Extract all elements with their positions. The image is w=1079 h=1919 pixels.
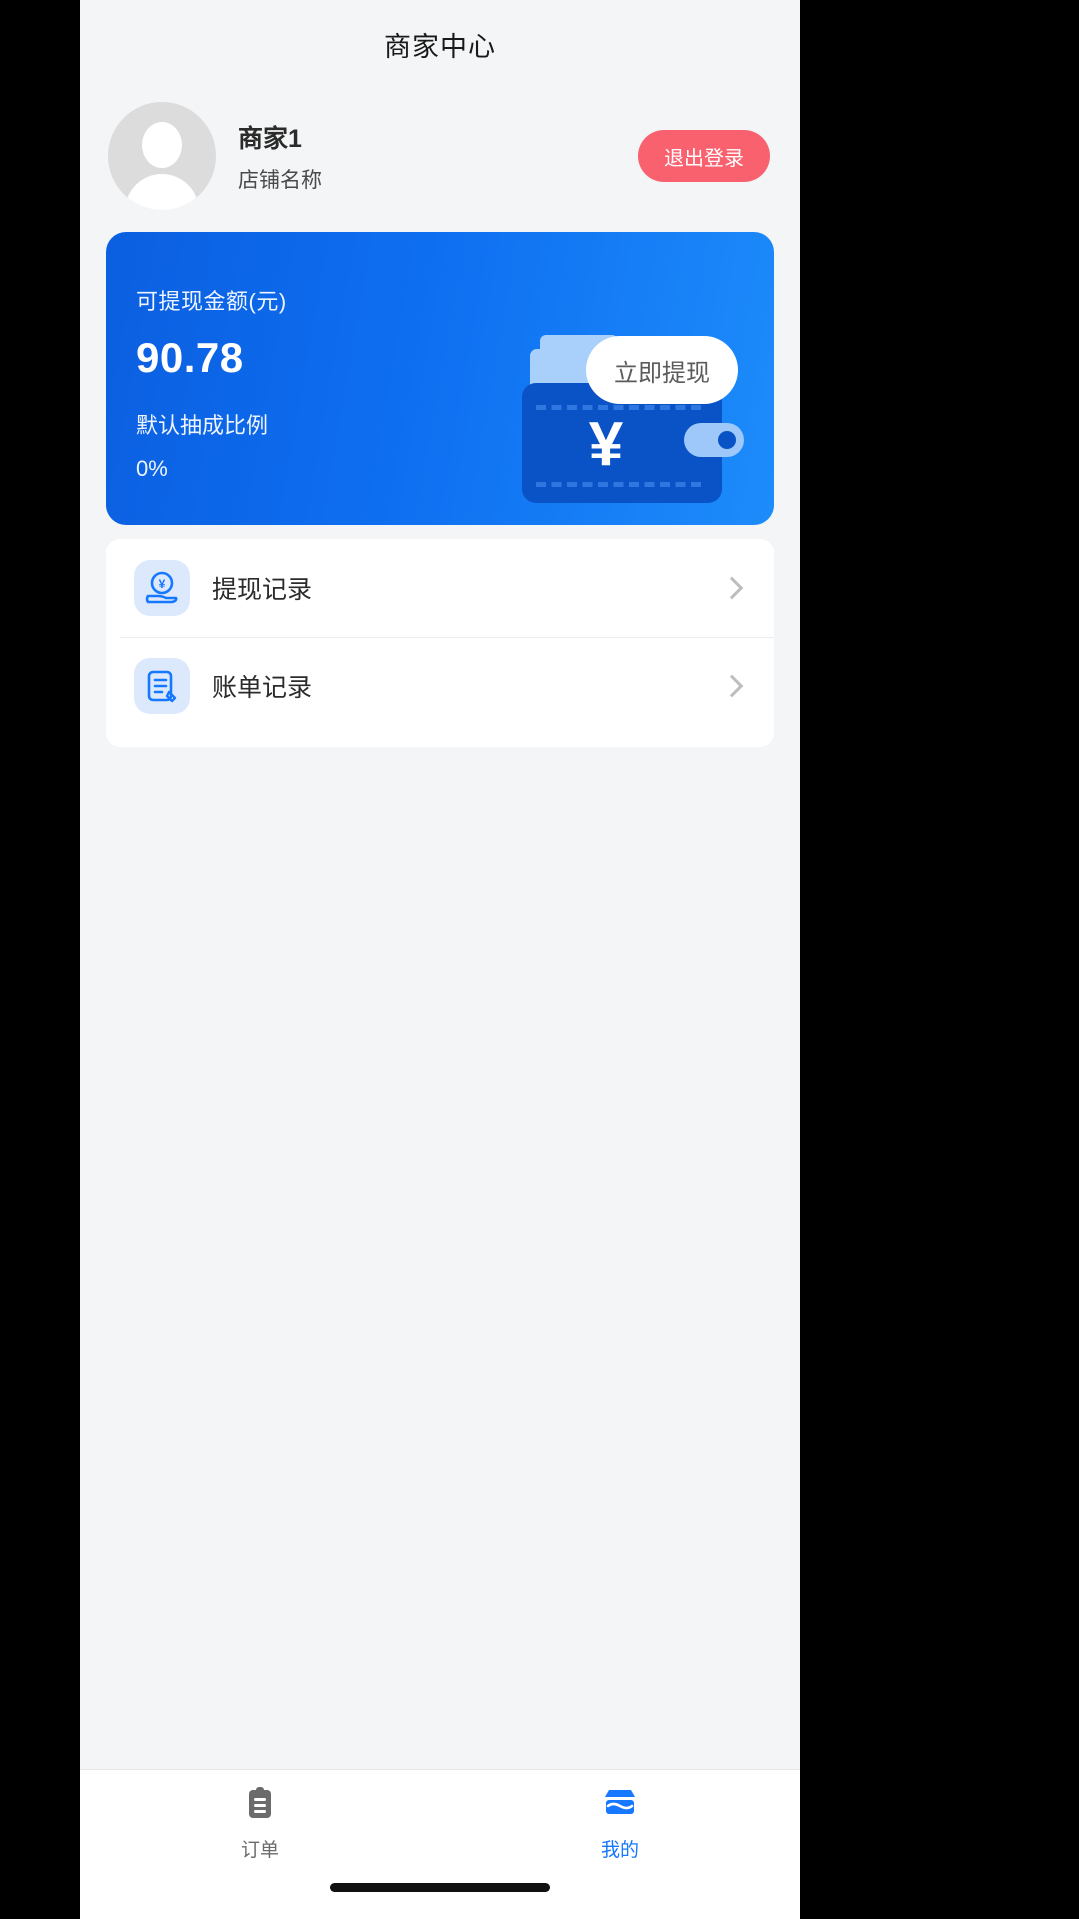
tab-orders[interactable]: 订单 (80, 1784, 440, 1862)
logout-button[interactable]: 退出登录 (638, 130, 770, 182)
store-shop-icon (601, 1784, 639, 1827)
bottom-tab-bar: 订单 我的 (80, 1769, 800, 1879)
balance-card[interactable]: 可提现金额(元) 90.78 默认抽成比例 0% ¥ 立即提现 (106, 232, 774, 525)
scroll-body: 商家1 店铺名称 退出登录 可提现金额(元) 90.78 默认抽成比例 0% ¥… (80, 88, 800, 1769)
tab-label: 我的 (600, 1840, 639, 1861)
chevron-right-icon (720, 576, 744, 600)
menu-item-label: 提现记录 (212, 576, 313, 604)
chevron-right-icon (720, 674, 744, 698)
avatar-body-shape (125, 174, 199, 210)
menu-item-withdraw-records[interactable]: ¥ 提现记录 (106, 539, 774, 637)
clipboard-order-icon (241, 1784, 279, 1827)
shop-name: 店铺名称 (238, 168, 322, 192)
balance-label: 可提现金额(元) (136, 289, 287, 314)
withdraw-now-button[interactable]: 立即提现 (586, 336, 738, 404)
home-indicator-area (80, 1879, 800, 1919)
avatar[interactable] (108, 102, 216, 210)
phone-screen: 商家中心 商家1 店铺名称 退出登录 可提现金额(元) 90.78 默认抽成比例… (80, 0, 800, 1919)
app-header: 商家中心 (80, 0, 800, 88)
profile-text: 商家1 店铺名称 (238, 119, 638, 194)
merchant-name: 商家1 (238, 124, 302, 153)
page-title: 商家中心 (384, 31, 496, 62)
home-indicator-bar[interactable] (330, 1883, 550, 1892)
menu-item-label: 账单记录 (212, 674, 313, 702)
tab-label: 订单 (240, 1840, 279, 1861)
menu-item-bill-records[interactable]: 账单记录 (106, 637, 774, 735)
svg-text:¥: ¥ (159, 577, 166, 591)
tab-mine[interactable]: 我的 (440, 1784, 800, 1862)
hand-yen-coin-icon: ¥ (134, 560, 190, 616)
menu-card: ¥ 提现记录 账单记录 (106, 539, 774, 747)
profile-section: 商家1 店铺名称 退出登录 (80, 88, 800, 218)
avatar-head-shape (142, 122, 182, 168)
bill-document-icon (134, 658, 190, 714)
